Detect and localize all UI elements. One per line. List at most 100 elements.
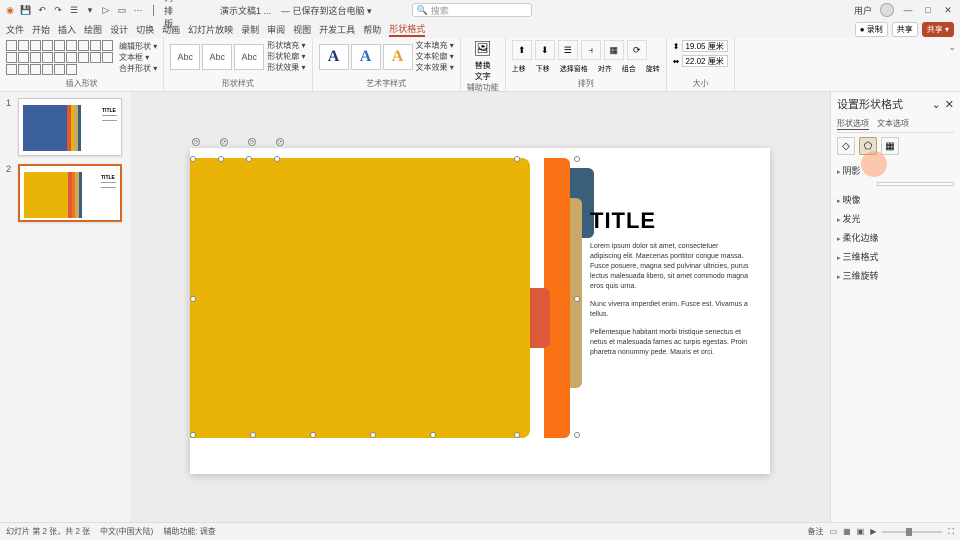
view-slideshow-icon[interactable]: ▶ [870, 527, 876, 536]
thumbnail-2[interactable]: 2 TITLE—————— [6, 164, 124, 222]
tab-record[interactable]: 录制 [241, 23, 259, 36]
tab-file[interactable]: 文件 [6, 23, 24, 36]
notes-button[interactable]: 备注 [808, 526, 824, 537]
group-size-label: 大小 [673, 78, 729, 89]
shape-outline-menu[interactable]: 形状轮廓 ▾ [267, 51, 305, 62]
size-props-icon[interactable]: ▦ [881, 137, 899, 155]
shape-fill-menu[interactable]: 形状填充 ▾ [267, 40, 305, 51]
section-3drotation[interactable]: 三维旋转 [837, 266, 954, 285]
tab-review[interactable]: 审阅 [267, 23, 285, 36]
qat-more-icon[interactable]: ▾ [84, 4, 96, 16]
shape-width-input[interactable]: 22.02 厘米 [682, 55, 728, 67]
layout-qat-icon[interactable]: ▭ [116, 4, 128, 16]
alt-text-button[interactable]: 替换 文字 [475, 60, 491, 82]
group-button[interactable]: ▦ [604, 40, 624, 60]
tab-slideshow[interactable]: 幻灯片放映 [188, 23, 233, 36]
rotate-button[interactable]: ⟳ [627, 40, 647, 60]
text-fill-menu[interactable]: 文本填充 ▾ [416, 40, 454, 51]
share-button[interactable]: 共享 ▾ [922, 22, 954, 37]
tab-developer[interactable]: 开发工具 [319, 23, 355, 36]
touch-icon[interactable]: ☰ [68, 4, 80, 16]
shape-height-input[interactable]: 19.05 厘米 [682, 40, 728, 52]
shape-styles-gallery[interactable]: Abc Abc Abc [170, 44, 264, 70]
undo-icon[interactable]: ↶ [36, 4, 48, 16]
user-avatar[interactable] [880, 3, 894, 17]
view-normal-icon[interactable]: ▭ [830, 527, 838, 536]
align-button[interactable]: ⫞ [581, 40, 601, 60]
wordart-style-3[interactable]: A [383, 44, 413, 70]
tab-view[interactable]: 视图 [293, 23, 311, 36]
present-button[interactable]: 共享 [892, 22, 918, 37]
language-status[interactable]: 中文(中国大陆) [100, 526, 153, 537]
effects-icon[interactable]: ⬠ [859, 137, 877, 155]
slide-para-3[interactable]: Pellentesque habitant morbi tristique se… [590, 328, 750, 358]
wordart-style-2[interactable]: A [351, 44, 381, 70]
bring-forward-button[interactable]: ⬆ [512, 40, 532, 60]
section-3dformat[interactable]: 三维格式 [837, 247, 954, 266]
text-options-tab[interactable]: 文本选项 [877, 118, 909, 130]
slide-canvas[interactable]: ⟳ ⟳ ⟳ ⟳ TITLE Lorem ipsum dolor sit amet… [130, 92, 830, 530]
tab-home[interactable]: 开始 [32, 23, 50, 36]
shape-style-2[interactable]: Abc [202, 44, 232, 70]
layout-qat2[interactable]: 列排版 [164, 4, 176, 16]
pane-close-icon[interactable]: ✕ [945, 98, 954, 111]
send-backward-button[interactable]: ⬇ [535, 40, 555, 60]
qat-dropdown[interactable]: ⋯ [132, 4, 144, 16]
tab-transitions[interactable]: 切换 [136, 23, 154, 36]
notebook-shape-group[interactable]: ⟳ ⟳ ⟳ ⟳ [190, 158, 580, 438]
save-status[interactable]: — 已保存到这台电脑 ▾ [281, 4, 372, 17]
section-reflection[interactable]: 映像 [837, 190, 954, 209]
slide-para-2[interactable]: Nunc viverra imperdiet enim. Fusce est. … [590, 300, 750, 320]
minimize-button[interactable]: — [902, 5, 914, 15]
search-box[interactable]: 🔍 搜索 [412, 3, 532, 17]
maximize-button[interactable]: □ [922, 5, 934, 15]
text-outline-menu[interactable]: 文本轮廓 ▾ [416, 51, 454, 62]
view-sorter-icon[interactable]: ▦ [843, 527, 851, 536]
wordart-style-1[interactable]: A [319, 44, 349, 70]
merge-shapes-menu[interactable]: 合并形状 ▾ [119, 63, 157, 74]
save-icon[interactable]: 💾 [20, 4, 32, 16]
search-icon: 🔍 [417, 5, 428, 16]
edit-shape-menu[interactable]: 编辑形状 ▾ [119, 41, 157, 52]
slide-para-1[interactable]: Lorem ipsum dolor sit amet, consectetuer… [590, 242, 750, 292]
slide-title[interactable]: TITLE [590, 208, 750, 234]
shape-style-1[interactable]: Abc [170, 44, 200, 70]
section-softedges[interactable]: 柔化边缘 [837, 228, 954, 247]
tab-animations[interactable]: 动画 [162, 23, 180, 36]
shape-options-tab[interactable]: 形状选项 [837, 118, 869, 130]
nb-tab-red[interactable] [530, 288, 550, 348]
collapse-ribbon-icon[interactable]: ⌄ [948, 42, 956, 52]
fit-to-window-icon[interactable]: ⛶ [948, 527, 954, 537]
user-name[interactable]: 用户 [854, 4, 872, 17]
fill-line-icon[interactable]: ◇ [837, 137, 855, 155]
tab-draw[interactable]: 绘图 [84, 23, 102, 36]
slide-counter[interactable]: 幻灯片 第 2 张，共 2 张 [6, 526, 90, 537]
zoom-slider[interactable] [882, 531, 942, 533]
thumbnail-1[interactable]: 1 TITLE—————— [6, 98, 124, 156]
section-glow[interactable]: 发光 [837, 209, 954, 228]
shape-effects-menu[interactable]: 形状效果 ▾ [267, 62, 305, 73]
document-name[interactable]: 演示文稿1 ... [220, 4, 271, 17]
close-button[interactable]: ✕ [942, 5, 954, 16]
tab-design[interactable]: 设计 [110, 23, 128, 36]
alt-text-icon[interactable]: 🖼 [474, 40, 492, 57]
shapes-gallery[interactable] [6, 40, 116, 75]
slide: ⟳ ⟳ ⟳ ⟳ TITLE Lorem ipsum dolor sit amet… [190, 148, 770, 474]
wordart-gallery[interactable]: A A A [319, 44, 413, 70]
pane-dropdown-icon[interactable]: ⌄ [932, 98, 941, 111]
redo-icon[interactable]: ↷ [52, 4, 64, 16]
shape-style-3[interactable]: Abc [234, 44, 264, 70]
shadow-preset-bar[interactable] [877, 182, 954, 186]
section-shadow[interactable]: 阴影 [837, 161, 954, 180]
tab-insert[interactable]: 插入 [58, 23, 76, 36]
nb-base-yellow[interactable] [190, 158, 530, 438]
text-box-menu[interactable]: 文本框 ▾ [119, 52, 157, 63]
selection-pane-button[interactable]: ☰ [558, 40, 578, 60]
accessibility-status[interactable]: 辅助功能: 调查 [163, 526, 215, 537]
slideshow-qat-icon[interactable]: ▷ [100, 4, 112, 16]
tab-shapeformat[interactable]: 形状格式 [389, 22, 425, 37]
view-reading-icon[interactable]: ▣ [857, 527, 865, 536]
tab-help[interactable]: 帮助 [363, 23, 381, 36]
text-effects-menu[interactable]: 文本效果 ▾ [416, 62, 454, 73]
record-button[interactable]: ● 录制 [855, 22, 888, 37]
